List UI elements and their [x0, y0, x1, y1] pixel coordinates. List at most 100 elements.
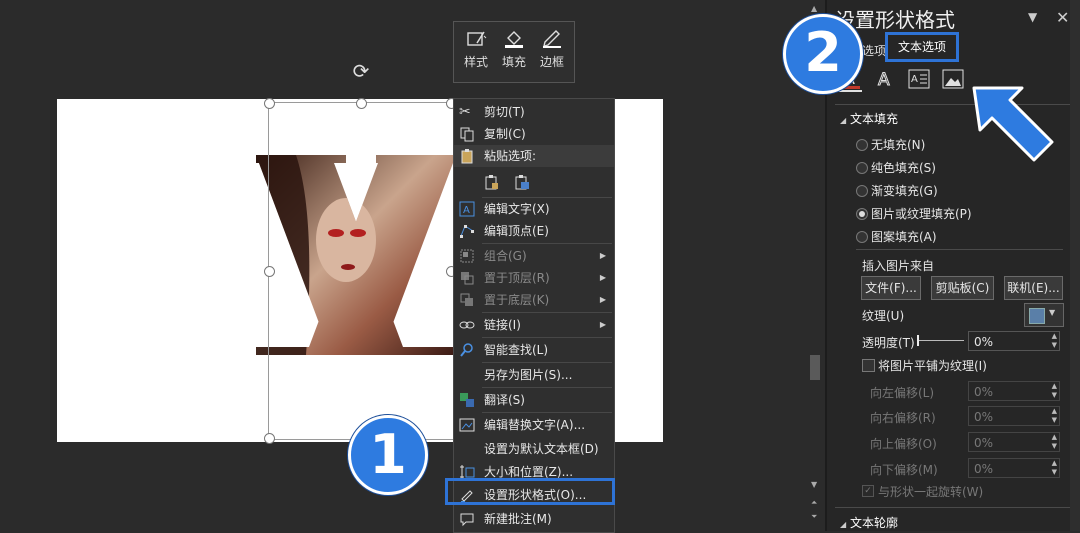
menu-item-translate[interactable]: 翻译(S): [454, 389, 614, 411]
border-label: 边框: [539, 55, 564, 69]
text-effects-icon[interactable]: A: [874, 68, 896, 91]
clipboard-icon: [461, 149, 473, 164]
scroll-up-icon[interactable]: ▲: [811, 4, 817, 13]
format-shape-highlight-box: [445, 478, 615, 505]
offset-right-spinner[interactable]: 0% ▲ ▼: [968, 406, 1060, 426]
rotate-handle-icon[interactable]: ⟳: [350, 60, 372, 82]
edit-text-icon: A: [459, 201, 475, 217]
alt-text-icon: [459, 418, 475, 432]
paste-picture-icon[interactable]: [514, 174, 530, 190]
active-subtab-indicator: [836, 90, 862, 92]
menu-item-save-as-picture[interactable]: 另存为图片(S)...: [454, 364, 614, 386]
shape-selection-box[interactable]: [264, 98, 457, 444]
offset-top-spinner[interactable]: 0% ▲ ▼: [968, 432, 1060, 452]
section-text-outline[interactable]: ◢ 文本轮廓: [840, 514, 898, 531]
menu-item-group[interactable]: 组合(G) ▶: [454, 245, 614, 267]
pointer-arrow-icon: [972, 86, 1054, 162]
panel-close-icon[interactable]: ✕: [1056, 8, 1069, 27]
insert-picture-from-label: 插入图片来自: [862, 259, 935, 273]
submenu-arrow-icon: ▶: [599, 251, 606, 260]
link-icon: [459, 321, 475, 329]
texture-dropdown[interactable]: ▼: [1024, 303, 1064, 327]
comment-icon: [460, 513, 474, 527]
radio-pattern-fill[interactable]: [856, 231, 868, 243]
spinner-arrows-icon[interactable]: ▲ ▼: [1052, 407, 1057, 425]
menu-item-new-comment[interactable]: 新建批注(M): [454, 508, 614, 530]
prev-slide-icon[interactable]: ⏶: [811, 498, 817, 508]
offset-bottom-spinner[interactable]: 0% ▲ ▼: [968, 458, 1060, 478]
resize-handle-top[interactable]: [356, 98, 367, 109]
transparency-label: 透明度(T): [862, 336, 915, 350]
resize-handle-bottom-left[interactable]: [264, 433, 275, 444]
textbox-icon[interactable]: A: [908, 68, 930, 90]
menu-item-edit-text[interactable]: A 编辑文字(X): [454, 198, 614, 220]
offset-top-label: 向上偏移(O): [870, 437, 937, 451]
translate-icon: [460, 393, 474, 407]
submenu-arrow-icon: ▶: [599, 273, 606, 282]
spinner-arrows-icon[interactable]: ▲ ▼: [1052, 332, 1057, 350]
menu-item-cut[interactable]: ✂ 剪切(T): [454, 101, 614, 123]
menu-item-link[interactable]: 链接(I) ▶: [454, 314, 614, 336]
group-icon: [460, 249, 474, 263]
spinner-arrows-icon[interactable]: ▲ ▼: [1052, 433, 1057, 451]
texture-label: 纹理(U): [862, 309, 905, 323]
tile-checkbox[interactable]: [862, 359, 875, 372]
scroll-down-icon[interactable]: ▼: [811, 480, 817, 489]
transparency-slider-thumb[interactable]: [917, 335, 919, 346]
label-gradient-fill: 渐变填充(G): [871, 184, 938, 198]
menu-item-copy[interactable]: 复制(C): [454, 123, 614, 145]
style-button[interactable]: 样式: [458, 26, 494, 78]
step-badge-1: 1: [348, 415, 428, 495]
transparency-slider[interactable]: [918, 340, 964, 341]
paste-options-row: [454, 169, 614, 195]
fill-button[interactable]: 填充: [496, 26, 532, 78]
menu-item-edit-alt-text[interactable]: 编辑替换文字(A)...: [454, 414, 614, 436]
spinner-arrows-icon[interactable]: ▲ ▼: [1052, 382, 1057, 400]
menu-item-edit-points[interactable]: 编辑顶点(E): [454, 220, 614, 242]
section-text-fill[interactable]: ◢ 文本填充: [840, 110, 898, 127]
menu-item-set-default-textbox[interactable]: 设置为默认文本框(D): [454, 438, 614, 460]
texture-swatch-icon: [1029, 308, 1045, 324]
collapse-triangle-icon: ◢: [840, 520, 847, 529]
next-slide-icon[interactable]: ⏷: [811, 512, 817, 522]
menu-paste-options-header: 粘贴选项:: [454, 145, 614, 167]
shape-style-icon: [467, 31, 487, 46]
transparency-spinner[interactable]: 0% ▲ ▼: [968, 331, 1060, 351]
scissors-icon: ✂: [459, 104, 471, 120]
svg-text:A: A: [463, 205, 470, 216]
label-no-fill: 无填充(N): [871, 138, 926, 152]
step-badge-2: 2: [783, 14, 863, 94]
radio-picture-fill[interactable]: [856, 208, 868, 220]
offset-left-spinner[interactable]: 0% ▲ ▼: [968, 381, 1060, 401]
rotate-with-shape-label: 与形状一起旋转(W): [878, 485, 984, 499]
style-label: 样式: [463, 55, 488, 69]
context-menu: ✂ 剪切(T) 复制(C) 粘贴选项: A 编辑文字(X) 编辑顶点(E) 组合…: [453, 98, 615, 533]
paste-keep-source-icon[interactable]: [484, 174, 500, 190]
tab-shape-options[interactable]: 选项: [862, 42, 886, 59]
rotate-with-shape-checkbox[interactable]: ✓: [862, 485, 874, 497]
border-button[interactable]: 边框: [534, 26, 570, 78]
collapse-triangle-icon: ◢: [840, 116, 847, 125]
menu-item-smart-lookup[interactable]: 智能查找(L): [454, 339, 614, 361]
resize-handle-top-left[interactable]: [264, 98, 275, 109]
spinner-arrows-icon[interactable]: ▲ ▼: [1052, 459, 1057, 477]
menu-item-bring-front[interactable]: 置于顶层(R) ▶: [454, 267, 614, 289]
radio-solid-fill[interactable]: [856, 162, 868, 174]
edit-points-icon: [460, 225, 474, 238]
tab-text-options[interactable]: 文本选项: [885, 32, 959, 62]
panel-options-dropdown-icon[interactable]: ▼: [1028, 10, 1037, 24]
resize-handle-left[interactable]: [264, 266, 275, 277]
smart-lookup-icon: [460, 343, 473, 357]
scroll-thumb[interactable]: [810, 355, 820, 380]
clipboard-button[interactable]: 剪贴板(C): [931, 276, 994, 300]
radio-gradient-fill[interactable]: [856, 185, 868, 197]
file-button[interactable]: 文件(F)...: [861, 276, 921, 300]
radio-no-fill[interactable]: [856, 139, 868, 151]
label-picture-fill: 图片或纹理填充(P): [871, 207, 972, 221]
fill-label: 填充: [501, 55, 526, 69]
submenu-arrow-icon: ▶: [599, 295, 606, 304]
menu-item-send-back[interactable]: 置于底层(K) ▶: [454, 289, 614, 311]
online-button[interactable]: 联机(E)...: [1004, 276, 1063, 300]
paint-bucket-icon: [505, 31, 523, 48]
svg-text:A: A: [878, 70, 890, 90]
